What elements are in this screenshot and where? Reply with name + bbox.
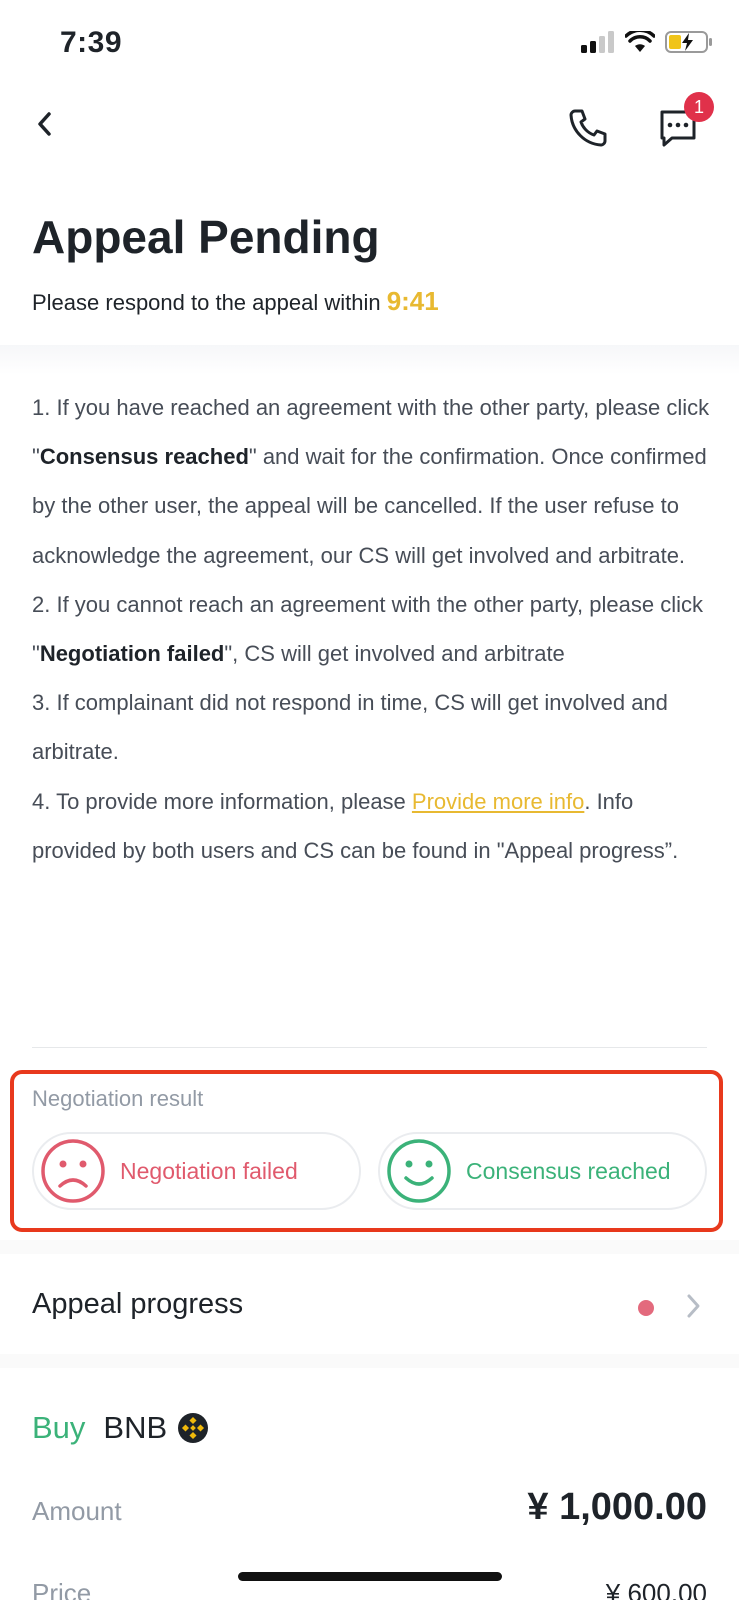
- divider: [32, 1047, 707, 1048]
- wifi-icon: [625, 31, 655, 52]
- instruction-2: 2. If you cannot reach an agreement with…: [32, 591, 703, 667]
- battery-charging-icon: [665, 31, 712, 53]
- call-button[interactable]: [566, 106, 610, 150]
- section-gap: [0, 1240, 739, 1254]
- signal-icon: [581, 31, 614, 53]
- smile-face-icon: [387, 1139, 451, 1203]
- amount-value: ¥ 1,000.00: [527, 1486, 707, 1528]
- trade-side: Buy: [32, 1410, 86, 1445]
- respond-deadline: Please respond to the appeal within 9:41: [32, 286, 439, 317]
- nav-bar: [0, 92, 739, 172]
- section-gap: [0, 1354, 739, 1368]
- bnb-coin-icon: [178, 1413, 209, 1443]
- price-value: ¥ 600.00: [605, 1578, 707, 1600]
- consensus-reached-button[interactable]: Consensus reached: [378, 1132, 707, 1210]
- amount-label: Amount: [32, 1496, 122, 1526]
- countdown-timer: 9:41: [386, 286, 439, 316]
- back-chevron-icon: [38, 112, 51, 136]
- instruction-4: 4. To provide more information, please P…: [32, 788, 679, 863]
- instruction-1: 1. If you have reached an agreement with…: [32, 395, 710, 568]
- page-header: Appeal Pending: [32, 210, 380, 265]
- status-icons: [581, 30, 713, 54]
- status-bar: 7:39: [0, 0, 739, 90]
- section-shade: [0, 345, 739, 375]
- sad-face-icon: [41, 1139, 105, 1203]
- message-badge: 1: [684, 92, 714, 122]
- appeal-progress-label: Appeal progress: [32, 1288, 244, 1320]
- negotiation-failed-button[interactable]: Negotiation failed: [32, 1132, 361, 1210]
- home-indicator[interactable]: [238, 1572, 502, 1581]
- consensus-reached-label: Consensus reached: [466, 1157, 671, 1184]
- respond-deadline-text: Please respond to the appeal within: [32, 290, 387, 315]
- phone-icon: [569, 109, 607, 147]
- trade-asset: BNB: [103, 1410, 168, 1445]
- instruction-3: 3. If complainant did not respond in tim…: [32, 690, 668, 765]
- price-label: Price: [32, 1578, 92, 1600]
- trade-header: Buy BNB: [32, 1410, 209, 1446]
- unread-dot: [638, 1300, 654, 1316]
- chevron-right-icon: [687, 1294, 700, 1318]
- status-time: 7:39: [60, 26, 123, 59]
- appeal-instructions: 1. If you have reached an agreement with…: [32, 383, 712, 875]
- back-button[interactable]: [24, 104, 64, 144]
- page-title: Appeal Pending: [32, 211, 380, 263]
- provide-more-info-link[interactable]: Provide more info: [412, 789, 584, 814]
- negotiation-failed-label: Negotiation failed: [120, 1157, 298, 1184]
- appeal-progress-row[interactable]: Appeal progress: [0, 1256, 739, 1356]
- negotiation-result-label: Negotiation result: [32, 1086, 204, 1111]
